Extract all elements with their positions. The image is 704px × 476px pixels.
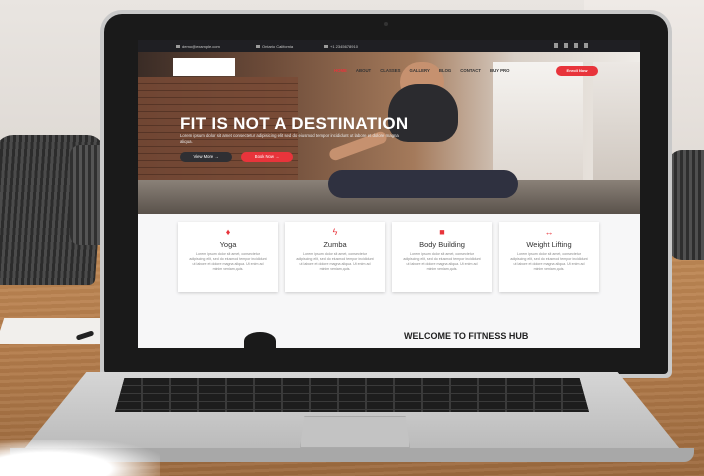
- enroll-now-button[interactable]: Enroll Now: [556, 66, 598, 76]
- hero-title: FIT IS NOT A DESTINATION: [180, 114, 409, 133]
- service-card-yoga[interactable]: ♦ Yoga Lorem ipsum dolor sit amet, conse…: [178, 222, 278, 292]
- welcome-heading: WELCOME TO FITNESS HUB: [404, 331, 529, 341]
- nav-home[interactable]: HOME: [334, 68, 347, 73]
- nav-classes[interactable]: CLASSES: [380, 68, 400, 73]
- card-title: Zumba: [323, 240, 347, 249]
- service-card-weight-lifting[interactable]: ↔ Weight Lifting Lorem ipsum dolor sit a…: [499, 222, 599, 292]
- card-title: Body Building: [419, 240, 465, 249]
- kettlebell-photo: [244, 332, 276, 348]
- service-card-zumba[interactable]: ϟ Zumba Lorem ipsum dolor sit amet, cons…: [285, 222, 385, 292]
- location-pin-icon: [256, 45, 260, 49]
- card-title: Weight Lifting: [526, 240, 572, 249]
- barbell-icon: ↔: [544, 227, 554, 237]
- site-logo[interactable]: [173, 58, 235, 76]
- kettlebell-icon: ■: [439, 227, 445, 237]
- card-text: Lorem ipsum dolor sit amet, consectetur …: [189, 252, 267, 271]
- card-text: Lorem ipsum dolor sit amet, consectetur …: [403, 252, 481, 271]
- phone-icon: [324, 45, 328, 49]
- location-text: Ontario California: [262, 44, 294, 49]
- nav-blog[interactable]: BLOG: [439, 68, 451, 73]
- nav-contact[interactable]: CONTACT: [460, 68, 481, 73]
- facebook-icon[interactable]: [554, 43, 558, 48]
- water-splash: [0, 440, 160, 476]
- athlete-legs: [328, 170, 518, 198]
- nav-about[interactable]: ABOUT: [356, 68, 371, 73]
- dumbbell-icon: ♦: [225, 227, 231, 237]
- card-text: Lorem ipsum dolor sit amet, consectetur …: [296, 252, 374, 271]
- window-light-photo-2: [593, 62, 640, 182]
- lightning-icon: ϟ: [332, 227, 338, 237]
- instagram-icon[interactable]: [584, 43, 588, 48]
- nav-gallery[interactable]: GALLERY: [409, 68, 429, 73]
- mail-icon: [176, 45, 180, 49]
- nav-buy-pro[interactable]: BUY PRO: [490, 68, 510, 73]
- paper-sheet: [0, 318, 115, 344]
- top-info-bar: demo@example.com Ontario California +1 2…: [138, 40, 640, 52]
- book-now-button[interactable]: Book Now →: [241, 152, 293, 162]
- card-title: Yoga: [219, 240, 237, 249]
- phone-text: +1 2345678910: [330, 44, 358, 49]
- service-card-body-building[interactable]: ■ Body Building Lorem ipsum dolor sit am…: [392, 222, 492, 292]
- laptop-screen: demo@example.com Ontario California +1 2…: [138, 40, 640, 348]
- hero-subtitle: Lorem ipsum dolor sit amet consectetur a…: [180, 133, 399, 144]
- email-info: demo@example.com: [176, 44, 220, 49]
- office-chair-right: [668, 150, 704, 260]
- phone-info: +1 2345678910: [324, 44, 358, 49]
- service-cards: ♦ Yoga Lorem ipsum dolor sit amet, conse…: [178, 222, 599, 292]
- linkedin-icon[interactable]: [574, 43, 578, 48]
- email-text: demo@example.com: [182, 44, 220, 49]
- webcam: [384, 22, 388, 26]
- window-light-photo: [493, 62, 583, 182]
- nav-menu: HOME ABOUT CLASSES GALLERY BLOG CONTACT …: [334, 68, 509, 73]
- card-text: Lorem ipsum dolor sit amet, consectetur …: [510, 252, 588, 271]
- view-more-button[interactable]: View More →: [180, 152, 232, 162]
- twitter-icon[interactable]: [564, 43, 568, 48]
- main-nav: HOME ABOUT CLASSES GALLERY BLOG CONTACT …: [138, 52, 640, 76]
- location-info: Ontario California: [256, 44, 293, 49]
- social-links: [554, 43, 588, 48]
- keyboard-rows: [115, 378, 589, 412]
- trackpad[interactable]: [300, 416, 410, 448]
